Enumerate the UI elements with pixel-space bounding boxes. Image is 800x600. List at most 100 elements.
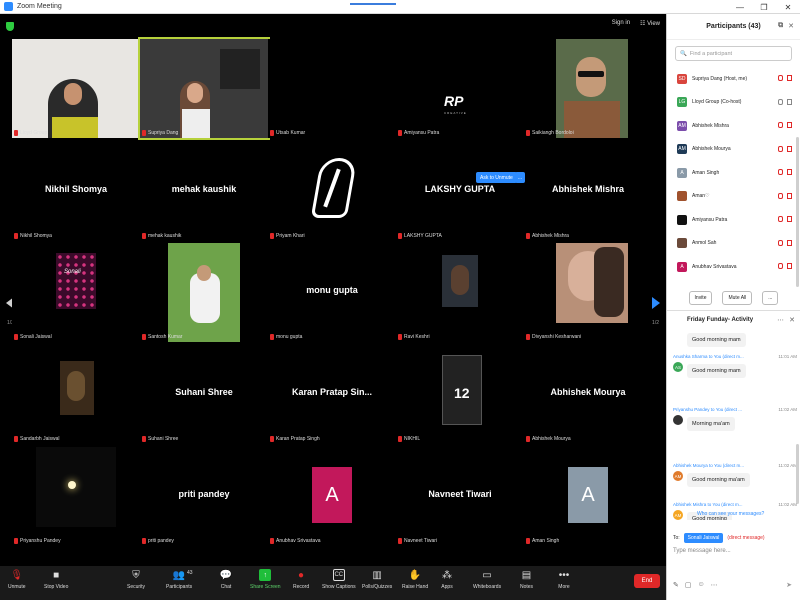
next-page-icon[interactable] (652, 297, 660, 309)
mic-icon[interactable] (778, 192, 783, 199)
tile-participant-name: mehak kaushik (148, 233, 182, 239)
video-tile[interactable]: 12 NIKHIL (396, 345, 524, 444)
camera-icon[interactable] (787, 169, 792, 175)
ask-to-unmute-button[interactable]: Ask to Unmute (476, 172, 517, 183)
participant-row[interactable]: LG Lloyd Group (Co-host) (667, 91, 800, 115)
camera-icon[interactable] (787, 122, 792, 128)
participants-more-button[interactable]: ... (762, 291, 779, 305)
invite-button[interactable]: Invite (688, 291, 713, 305)
view-button[interactable]: ☷ View (640, 20, 660, 27)
popout-icon[interactable]: ⧉ (778, 22, 783, 30)
more-button[interactable]: ••• More (558, 569, 570, 591)
shield-icon[interactable] (6, 22, 14, 31)
video-tile[interactable]: Navneet Tiwari Navneet Tiwari (396, 447, 524, 546)
chat-button[interactable]: 💬 Chat (219, 569, 233, 591)
video-tile[interactable]: Suhani Shree Suhani Shree (140, 345, 268, 444)
participant-row[interactable]: Amiyansu Patra (667, 208, 800, 232)
participant-row[interactable]: SD Supriya Dang (Host, me) (667, 67, 800, 91)
participant-scrollbar[interactable] (796, 137, 799, 287)
restore-icon[interactable]: ❐ (752, 0, 776, 14)
camera-icon[interactable] (787, 239, 792, 246)
raise-hand-button[interactable]: ✋ Raise Hand (402, 569, 428, 591)
camera-icon[interactable] (787, 145, 792, 152)
video-tile[interactable]: Abhishek Mishra Abhishek Mishra (524, 142, 652, 241)
chat-scrollbar[interactable] (796, 444, 799, 504)
message-input[interactable]: Type message here... (673, 548, 731, 554)
camera-icon[interactable] (787, 263, 792, 269)
record-button[interactable]: ● Record (293, 569, 309, 591)
format-icon[interactable]: ✎ (673, 581, 679, 589)
mic-icon[interactable] (778, 263, 783, 269)
minimize-icon[interactable]: — (728, 0, 752, 14)
video-tile[interactable]: A Anubhav Srivastava (268, 447, 396, 546)
video-tile[interactable]: Saikiangh Bordoloi (524, 39, 652, 138)
show-captions-button[interactable]: CC Show Captions (322, 569, 356, 590)
video-tile[interactable]: LAKSHY GUPTA LAKSHY GUPTA (396, 142, 524, 241)
notes-button[interactable]: ▤ Notes (520, 569, 533, 591)
unmute-button[interactable]: 🎙 Unmute (8, 569, 26, 591)
participant-search[interactable]: 🔍 Find a participant (675, 46, 792, 61)
video-tile[interactable]: Nikhil Shomya Nikhil Shomya (12, 142, 140, 241)
mic-icon[interactable] (778, 239, 783, 246)
end-meeting-button[interactable]: End (634, 574, 660, 588)
video-tile[interactable]: mehak kaushik mehak kaushik (140, 142, 268, 241)
close-icon[interactable]: ✕ (776, 0, 800, 14)
file-icon[interactable]: ▢ (685, 581, 692, 589)
video-tile[interactable]: Ravi Keshri (396, 243, 524, 342)
emoji-icon[interactable]: ☺ (698, 581, 705, 589)
chat-title: Friday Funday- Activity (687, 316, 754, 323)
camera-icon[interactable] (787, 192, 792, 199)
mute-all-button[interactable]: Mute All (722, 291, 753, 305)
participant-row[interactable]: AM Abhishek Mishra (667, 114, 800, 138)
stop-video-button[interactable]: ■ Stop Video (44, 569, 68, 591)
polls-button[interactable]: ▥ Polls/Quizzes (362, 569, 392, 591)
chat-close-icon[interactable]: ✕ (789, 316, 795, 324)
video-tile[interactable]: Karan Pratap Sin... Karan Pratap Singh (268, 345, 396, 444)
video-tile[interactable]: priti pandey priti pandey (140, 447, 268, 546)
video-tile[interactable]: Divyanshi Kesharwani (524, 243, 652, 342)
mic-icon[interactable] (778, 169, 783, 175)
mic-icon[interactable] (778, 75, 783, 81)
close-panel-icon[interactable]: ✕ (788, 22, 794, 30)
more-options-icon[interactable]: ⋯ (711, 581, 718, 589)
security-button[interactable]: ⛨ Security (127, 569, 145, 591)
video-tile[interactable]: Lloyd Group (12, 39, 140, 138)
video-tile[interactable]: Abhishek Mourya Abhishek Mourya (524, 345, 652, 444)
participant-row[interactable]: AM Abhishek Mourya (667, 138, 800, 162)
video-tile[interactable]: Supriya Dang (138, 37, 270, 140)
view-label: View (647, 21, 660, 27)
mic-icon[interactable] (778, 145, 783, 152)
sign-in-button[interactable]: Sign in (612, 20, 630, 27)
video-tile[interactable]: monu gupta monu gupta (268, 243, 396, 342)
participant-row[interactable]: A Anubhav Srivastava (667, 255, 800, 279)
mic-icon[interactable] (778, 98, 783, 105)
who-can-see-link[interactable]: Who can see your messages? (697, 511, 764, 517)
camera-icon[interactable] (787, 75, 792, 81)
send-icon[interactable]: ➤ (786, 581, 792, 589)
video-tile[interactable]: Utsab Kumar (268, 39, 396, 138)
video-tile[interactable]: Priyam Khari (268, 142, 396, 241)
camera-icon[interactable] (787, 216, 792, 222)
mic-icon[interactable] (778, 122, 783, 128)
tile-label: Sandarbh Jaiswal (14, 436, 59, 442)
video-tile[interactable]: Priyanshu Pandey (12, 447, 140, 546)
video-tile[interactable]: Sonali Sonali Jaiswal (12, 243, 140, 342)
apps-button[interactable]: ⁂ Apps (441, 569, 453, 591)
participant-row[interactable]: Anmol Sah (667, 232, 800, 256)
participant-row[interactable]: A Aman Singh (667, 161, 800, 185)
message-text: Good morning mam (687, 333, 746, 347)
video-tile[interactable]: A Aman Singh (524, 447, 652, 546)
video-tile[interactable]: Santosh Kumar (140, 243, 268, 342)
chat-more-icon[interactable]: ⋯ (777, 316, 784, 324)
share-screen-button[interactable]: ↑ Share Screen (250, 569, 281, 590)
chat-message: Anushka Sharma to You (direct m... 11:01 … (673, 354, 797, 378)
chat-bubble-icon: 💬 (219, 569, 233, 581)
participant-row[interactable]: Aman♡ (667, 185, 800, 209)
tile-more-button[interactable]: ... (515, 172, 525, 183)
video-tile[interactable]: RP CREATIVE Amiyansu Patra (396, 39, 524, 138)
video-tile[interactable]: Sandarbh Jaiswal (12, 345, 140, 444)
camera-icon[interactable] (787, 98, 792, 105)
mic-icon[interactable] (778, 216, 783, 222)
recipient-select[interactable]: Sonali Jaiswal (683, 533, 724, 543)
whiteboards-button[interactable]: ▭ Whiteboards (473, 569, 501, 591)
